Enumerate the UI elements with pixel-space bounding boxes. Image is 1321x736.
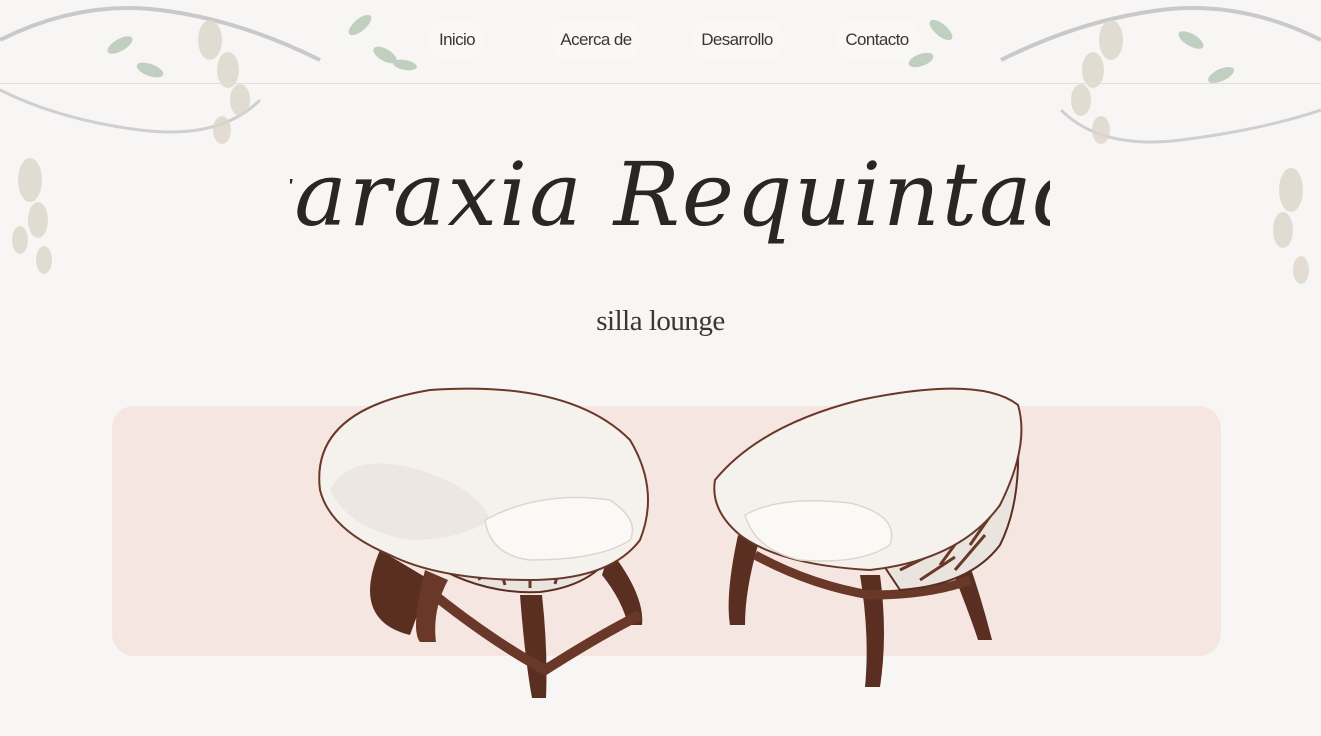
nav-desarrollo[interactable]: Desarrollo — [690, 20, 784, 60]
lounge-chair-front — [318, 387, 649, 698]
nav-acerca-de[interactable]: Acerca de — [550, 20, 642, 60]
nav-contacto[interactable]: Contacto — [834, 20, 920, 60]
product-card — [112, 406, 1221, 656]
nav-inicio[interactable]: Inicio — [428, 20, 486, 60]
brand-title-text: Ataraxia Requintado — [290, 143, 1050, 246]
top-navigation: Inicio Acerca de Desarrollo Contacto — [0, 0, 1321, 84]
brand-title: Ataraxia Requintado — [290, 143, 1050, 246]
product-subtitle: silla lounge — [596, 305, 725, 337]
lounge-chair-angled — [713, 387, 1023, 687]
